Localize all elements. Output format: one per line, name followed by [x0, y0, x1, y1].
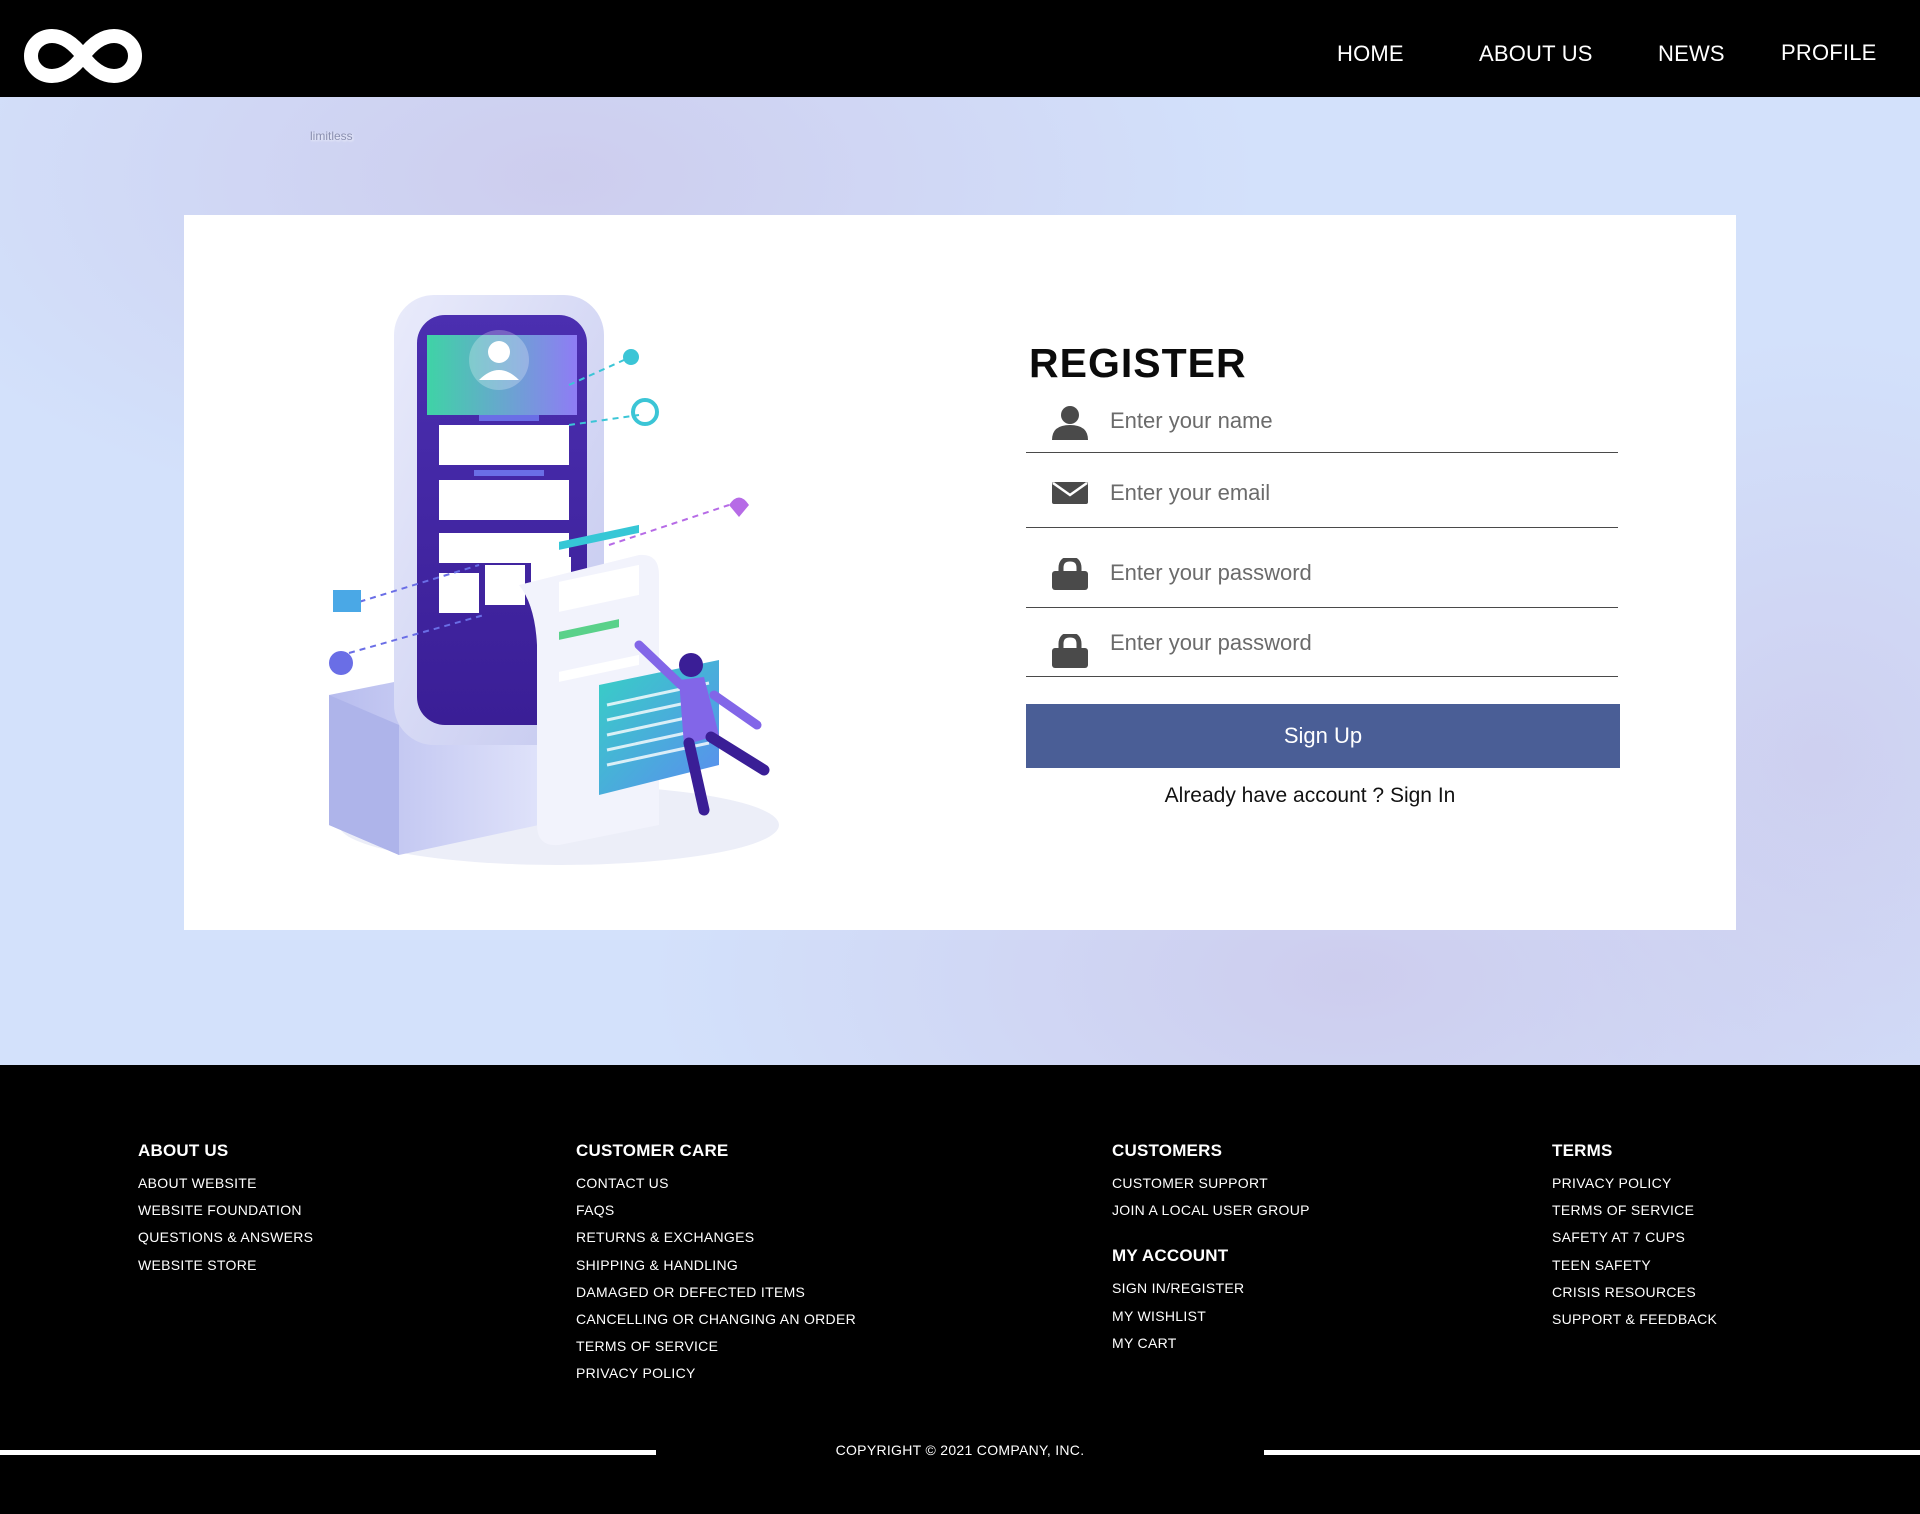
register-form: REGISTER Enter your name Enter your emai… — [1026, 215, 1626, 930]
footer-column-terms: TERMS PRIVACY POLICY TERMS OF SERVICE SA… — [1552, 1141, 1717, 1333]
footer-heading-customers: CUSTOMERS — [1112, 1141, 1223, 1160]
name-input[interactable] — [1110, 408, 1610, 434]
sign-up-button[interactable]: Sign Up — [1026, 704, 1620, 768]
footer-link[interactable]: CANCELLING OR CHANGING AN ORDER — [576, 1306, 856, 1333]
main-area: limitless REGISTER Enter your name Enter… — [0, 97, 1920, 1065]
envelope-icon — [1052, 482, 1088, 504]
footer-link[interactable]: DAMAGED OR DEFECTED ITEMS — [576, 1279, 856, 1306]
signin-prompt: Already have account ? Sign In — [1026, 784, 1594, 808]
footer-link[interactable]: PRIVACY POLICY — [576, 1360, 856, 1387]
confirm-password-input[interactable] — [1110, 630, 1610, 656]
registration-illustration — [329, 295, 779, 865]
nav-home[interactable]: HOME — [1337, 41, 1404, 67]
footer-link[interactable]: QUESTIONS & ANSWERS — [138, 1224, 313, 1251]
copyright-text: COPYRIGHT © 2021 COMPANY, INC. — [835, 1442, 1085, 1458]
password-input[interactable] — [1110, 560, 1610, 586]
nav-about-us[interactable]: ABOUT US — [1479, 41, 1593, 67]
brand-tagline: limitless — [310, 129, 353, 143]
sign-in-link[interactable]: Sign In — [1390, 784, 1455, 807]
footer-link[interactable]: MY CART — [1112, 1330, 1310, 1357]
top-navbar: HOME ABOUT US NEWS PROFILE — [0, 0, 1920, 97]
footer-link[interactable]: SHIPPING & HANDLING — [576, 1252, 856, 1279]
footer-link[interactable]: CRISIS RESOURCES — [1552, 1279, 1717, 1306]
footer-link[interactable]: RETURNS & EXCHANGES — [576, 1224, 856, 1251]
footer-link[interactable]: WEBSITE FOUNDATION — [138, 1197, 313, 1224]
footer-link[interactable]: TERMS OF SERVICE — [1552, 1197, 1717, 1224]
footer-link[interactable]: TEEN SAFETY — [1552, 1252, 1717, 1279]
signin-prompt-text: Already have account ? — [1164, 784, 1390, 807]
footer-column-customers: CUSTOMERS CUSTOMER SUPPORT JOIN A LOCAL … — [1112, 1141, 1310, 1357]
footer-link[interactable]: SUPPORT & FEEDBACK — [1552, 1306, 1717, 1333]
user-icon — [1052, 406, 1088, 440]
password-field[interactable] — [1026, 528, 1618, 608]
footer-column-about: ABOUT US ABOUT WEBSITE WEBSITE FOUNDATIO… — [138, 1141, 313, 1279]
footer-link[interactable]: SAFETY AT 7 CUPS — [1552, 1224, 1717, 1251]
register-card: REGISTER Enter your name Enter your emai… — [184, 215, 1736, 930]
name-field[interactable] — [1026, 391, 1618, 453]
footer-link[interactable]: WEBSITE STORE — [138, 1252, 313, 1279]
footer-heading-terms: TERMS — [1552, 1141, 1613, 1160]
footer-link[interactable]: FAQS — [576, 1197, 856, 1224]
footer-link[interactable]: SIGN IN/REGISTER — [1112, 1275, 1310, 1302]
footer-link[interactable]: CONTACT US — [576, 1170, 856, 1197]
footer-link[interactable]: ABOUT WEBSITE — [138, 1170, 313, 1197]
confirm-password-field[interactable] — [1026, 608, 1618, 677]
footer-heading-my-account: MY ACCOUNT — [1112, 1246, 1229, 1266]
infinity-logo-icon[interactable] — [22, 26, 144, 86]
footer-link[interactable]: JOIN A LOCAL USER GROUP — [1112, 1197, 1310, 1224]
lock-icon — [1052, 558, 1088, 590]
footer-column-customer-care: CUSTOMER CARE CONTACT US FAQS RETURNS & … — [576, 1141, 856, 1388]
footer-link[interactable]: PRIVACY POLICY — [1552, 1170, 1717, 1197]
footer-heading-customer-care: CUSTOMER CARE — [576, 1141, 729, 1160]
footer-link[interactable]: MY WISHLIST — [1112, 1303, 1310, 1330]
footer-link[interactable]: CUSTOMER SUPPORT — [1112, 1170, 1310, 1197]
footer-heading-about: ABOUT US — [138, 1141, 229, 1160]
footer-link[interactable]: TERMS OF SERVICE — [576, 1333, 856, 1360]
email-field[interactable] — [1026, 453, 1618, 528]
lock-icon — [1052, 634, 1088, 668]
register-title: REGISTER — [1029, 340, 1247, 386]
nav-profile[interactable]: PROFILE — [1781, 40, 1877, 66]
email-input[interactable] — [1110, 480, 1610, 506]
nav-news[interactable]: NEWS — [1658, 41, 1725, 67]
